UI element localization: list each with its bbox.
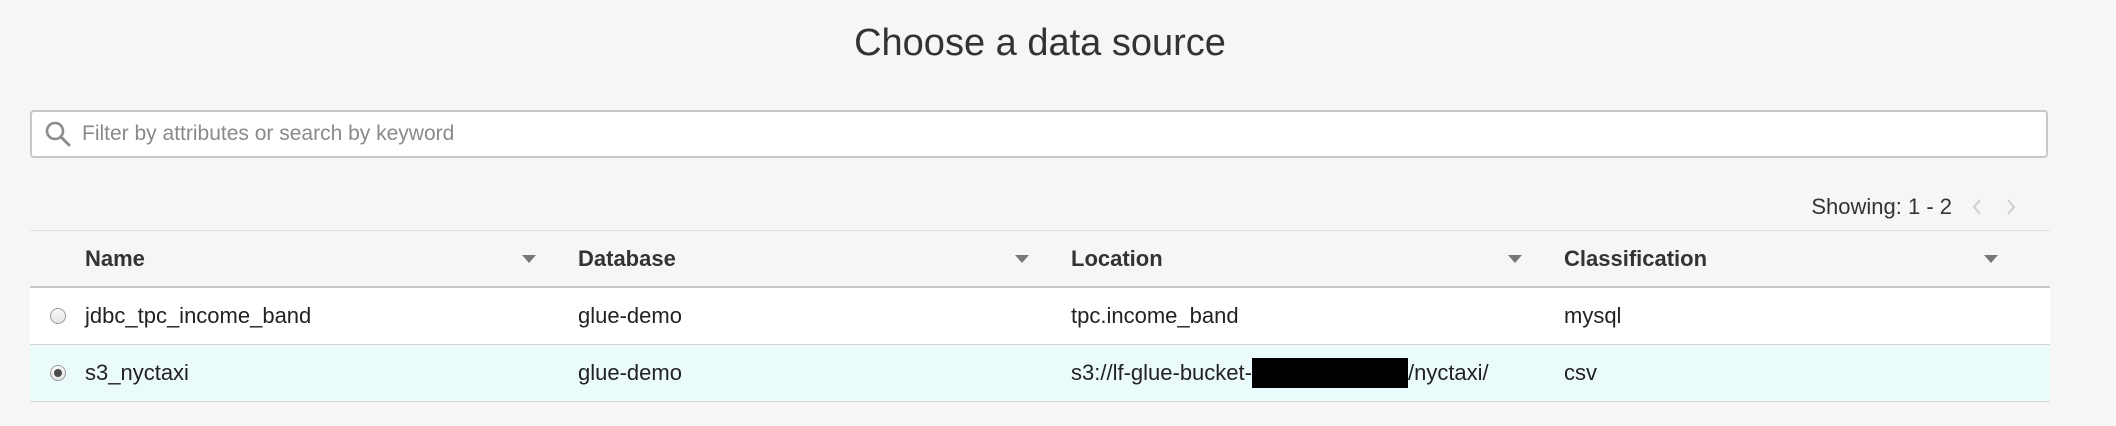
search-input[interactable] bbox=[80, 113, 2046, 155]
search-icon bbox=[40, 116, 76, 152]
pagination: Showing: 1 - 2 bbox=[1811, 194, 2020, 220]
location-text: s3://lf-glue-bucket- bbox=[1071, 360, 1252, 385]
row-select[interactable] bbox=[30, 365, 85, 381]
page: Choose a data source Showing: 1 - 2 Name bbox=[0, 0, 2116, 426]
chevron-left-icon[interactable] bbox=[1968, 196, 1986, 218]
radio-button-selected[interactable] bbox=[49, 365, 66, 381]
location-suffix: /nyctaxi/ bbox=[1407, 360, 1489, 385]
column-header-label: Location bbox=[1071, 245, 1163, 271]
column-header-location[interactable]: Location bbox=[1071, 246, 1564, 272]
cell-classification: csv bbox=[1564, 360, 1597, 385]
column-header-label: Name bbox=[85, 245, 145, 271]
pagination-label: Showing: 1 - 2 bbox=[1811, 194, 1952, 219]
caret-down-icon[interactable] bbox=[1984, 254, 1998, 263]
cell-database: glue-demo bbox=[578, 303, 682, 328]
column-header-label: Database bbox=[578, 245, 676, 271]
page-title: Choose a data source bbox=[854, 22, 1226, 64]
radio-dot bbox=[53, 369, 62, 377]
chevron-right-icon[interactable] bbox=[2002, 196, 2020, 218]
search-box[interactable] bbox=[30, 110, 2048, 158]
table-row[interactable]: s3_nyctaxi glue-demo s3://lf-glue-bucket… bbox=[30, 345, 2050, 402]
column-header-classification[interactable]: Classification bbox=[1564, 246, 2040, 272]
cell-classification: mysql bbox=[1564, 303, 1622, 328]
column-header-label: Classification bbox=[1564, 245, 1708, 271]
cell-name: jdbc_tpc_income_band bbox=[85, 303, 312, 328]
cell-location: tpc.income_band bbox=[1071, 303, 1564, 329]
caret-down-icon[interactable] bbox=[522, 254, 536, 263]
column-header-name[interactable]: Name bbox=[85, 246, 578, 272]
cell-database: glue-demo bbox=[578, 360, 682, 385]
redaction-box bbox=[1251, 358, 1408, 388]
column-header-database[interactable]: Database bbox=[578, 246, 1071, 272]
row-select[interactable] bbox=[30, 308, 85, 324]
data-source-table: Name Database Location Classification jd… bbox=[30, 230, 2050, 402]
cell-name: s3_nyctaxi bbox=[85, 360, 189, 385]
caret-down-icon[interactable] bbox=[1508, 254, 1522, 263]
table-row[interactable]: jdbc_tpc_income_band glue-demo tpc.incom… bbox=[30, 288, 2050, 345]
cell-location: s3://lf-glue-bucket- /nyctaxi/ bbox=[1071, 358, 1564, 388]
table-header: Name Database Location Classification bbox=[30, 230, 2050, 288]
caret-down-icon[interactable] bbox=[1015, 254, 1029, 263]
radio-button[interactable] bbox=[49, 308, 66, 324]
location-text: tpc.income_band bbox=[1071, 303, 1239, 328]
